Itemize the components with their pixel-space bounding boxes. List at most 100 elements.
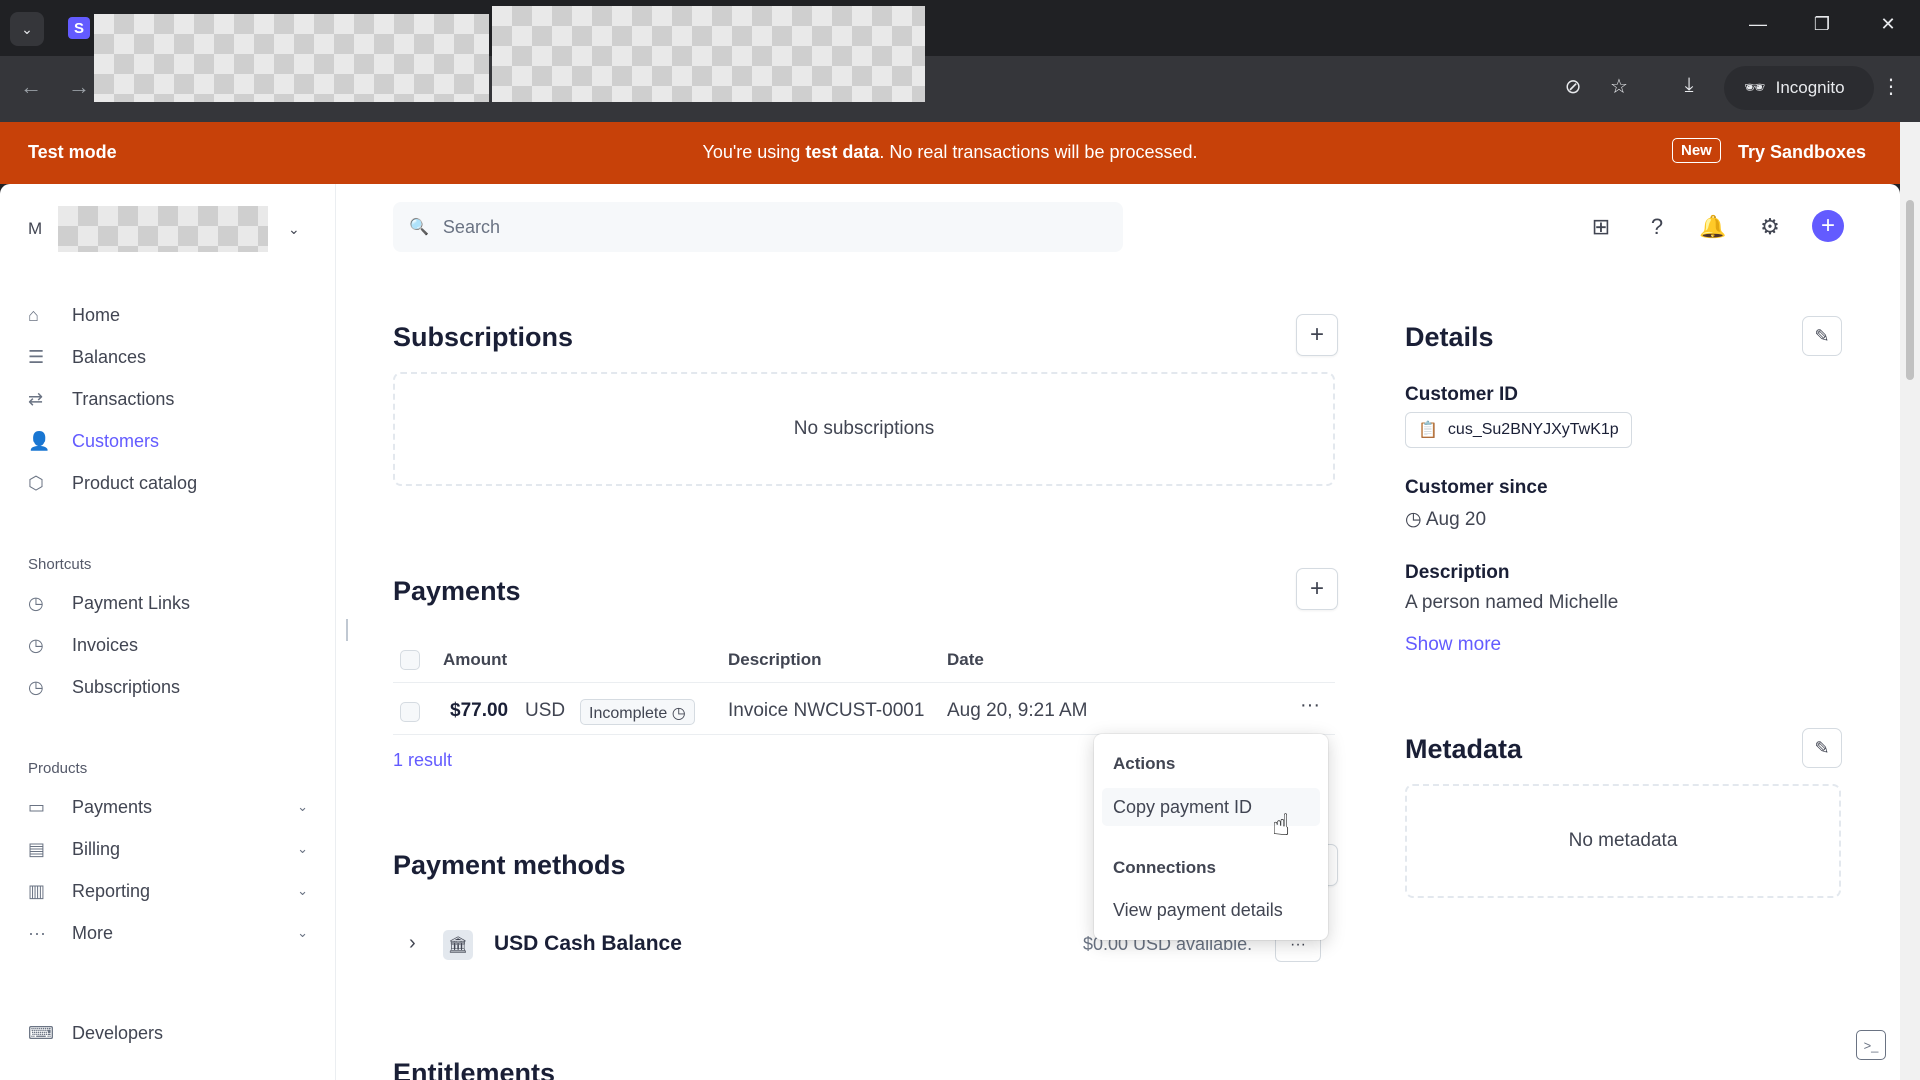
incognito-icon: 🕶 <box>1744 78 1766 97</box>
column-header-amount[interactable]: Amount <box>443 650 507 670</box>
terminal-icon: ⌨ <box>28 1022 54 1043</box>
sidebar-item-subscriptions[interactable]: ◷ Subscriptions <box>28 672 308 702</box>
select-all-checkbox[interactable] <box>400 650 420 670</box>
restore-icon[interactable]: ❐ <box>1802 14 1842 35</box>
bank-icon: 🏛 <box>443 930 473 960</box>
billing-icon: ▤ <box>28 838 46 859</box>
sidebar-item-invoices[interactable]: ◷ Invoices <box>28 630 308 660</box>
edit-metadata-button[interactable]: ✎ <box>1802 728 1842 768</box>
chevron-down-icon: ⌄ <box>297 925 308 940</box>
back-arrow-icon[interactable]: ← <box>16 74 46 100</box>
view-payment-details-item[interactable]: View payment details <box>1113 900 1283 921</box>
shell-icon[interactable]: >_ <box>1856 1030 1886 1060</box>
row-checkbox[interactable] <box>400 702 420 722</box>
details-title: Details <box>1405 322 1494 352</box>
search-bar[interactable]: 🔍 Search <box>393 202 1123 252</box>
plus-icon: + <box>1309 575 1324 602</box>
bell-icon[interactable]: 🔔 <box>1698 212 1728 242</box>
entitlements-title: Entitlements <box>393 1058 556 1080</box>
incognito-indicator[interactable]: 🕶 Incognito <box>1724 66 1874 110</box>
pencil-icon: ✎ <box>1814 737 1830 758</box>
sidebar-item-developers[interactable]: ⌨ Developers <box>28 1018 308 1048</box>
sidebar-item-customers[interactable]: 👤 Customers <box>28 426 308 456</box>
add-subscription-button[interactable]: + <box>1296 314 1338 356</box>
customer-id-label: Customer ID <box>1405 384 1518 405</box>
sidebar-item-transactions[interactable]: ⇄ Transactions <box>28 384 308 414</box>
search-icon: 🔍 <box>409 219 429 236</box>
sidebar-item-balances[interactable]: ☰ Balances <box>28 342 308 372</box>
plus-icon: + <box>1820 212 1835 239</box>
shortcuts-heading: Shortcuts <box>28 556 92 573</box>
customer-since-label: Customer since <box>1405 477 1548 498</box>
sidebar-item-home[interactable]: ⌂ Home <box>28 300 308 330</box>
copy-payment-id-item[interactable]: Copy payment ID <box>1113 797 1252 818</box>
clipboard-icon: 📋 <box>1418 422 1438 439</box>
metadata-title: Metadata <box>1405 734 1523 764</box>
sidebar-item-payment-links[interactable]: ◷ Payment Links <box>28 588 308 618</box>
clock-icon: ◷ <box>1405 509 1422 530</box>
result-count-link[interactable]: 1 result <box>393 750 452 771</box>
try-sandboxes-link[interactable]: Try Sandboxes <box>1738 142 1866 163</box>
apps-icon[interactable]: ⊞ <box>1586 212 1616 242</box>
close-window-icon[interactable]: ✕ <box>1868 14 1908 35</box>
gear-icon[interactable]: ⚙ <box>1755 212 1785 242</box>
payments-icon: ▭ <box>28 796 46 817</box>
more-icon: ··· <box>28 922 46 943</box>
account-initial: M <box>28 219 43 238</box>
payments-title: Payments <box>393 576 521 606</box>
column-header-description[interactable]: Description <box>728 650 822 670</box>
redacted-account-name <box>58 206 268 252</box>
transactions-icon: ⇄ <box>28 388 44 409</box>
create-new-button[interactable]: + <box>1812 210 1844 242</box>
chevron-right-icon[interactable]: › <box>409 932 416 955</box>
customers-icon: 👤 <box>28 430 51 451</box>
sidebar-item-product-catalog[interactable]: ⬡ Product catalog <box>28 468 308 498</box>
sidebar-item-more[interactable]: ··· More ⌄ <box>28 918 308 948</box>
clock-icon: ◷ <box>28 592 44 613</box>
star-icon[interactable]: ☆ <box>1604 74 1634 99</box>
subscriptions-title: Subscriptions <box>393 322 574 352</box>
edit-details-button[interactable]: ✎ <box>1802 316 1842 356</box>
payment-actions-menu: Actions Copy payment ID Connections View… <box>1094 734 1328 940</box>
payment-date: Aug 20, 9:21 AM <box>947 700 1088 721</box>
chevron-down-icon: ⌄ <box>297 799 308 814</box>
product-catalog-icon: ⬡ <box>28 472 44 493</box>
sidebar-item-payments[interactable]: ▭ Payments ⌄ <box>28 792 308 822</box>
description-value: A person named Michelle <box>1405 592 1619 613</box>
help-icon[interactable]: ? <box>1642 212 1672 242</box>
chevron-down-icon: ⌄ <box>288 220 300 237</box>
plus-icon: + <box>1309 321 1324 348</box>
tab-search-chevron-icon[interactable]: ⌄ <box>10 12 44 46</box>
account-switcher[interactable]: M ⌄ <box>28 206 308 252</box>
eye-off-icon[interactable]: ⊘ <box>1558 74 1588 99</box>
subscriptions-empty-state: No subscriptions <box>393 372 1335 486</box>
sidebar-resize-handle[interactable] <box>346 619 348 641</box>
clock-icon: ◷ <box>28 676 44 697</box>
metadata-empty-state: No metadata <box>1405 784 1841 898</box>
customer-id-copy-chip[interactable]: 📋 cus_Su2BNYJXyTwK1p <box>1405 412 1632 448</box>
browser-menu-icon[interactable]: ⋮ <box>1876 74 1906 99</box>
forward-arrow-icon[interactable]: → <box>64 74 94 100</box>
sidebar-item-billing[interactable]: ▤ Billing ⌄ <box>28 834 308 864</box>
row-actions-icon[interactable]: ··· <box>1300 694 1320 717</box>
cash-balance-label: USD Cash Balance <box>494 932 682 955</box>
download-icon[interactable]: ⤓ <box>1674 74 1704 97</box>
redacted-tab-title <box>94 14 489 102</box>
minimize-icon[interactable]: — <box>1738 14 1778 35</box>
show-more-link[interactable]: Show more <box>1405 634 1501 656</box>
page-scrollbar-thumb[interactable] <box>1906 200 1914 380</box>
payment-methods-title: Payment methods <box>393 850 626 880</box>
search-input[interactable]: Search <box>443 217 500 238</box>
pencil-icon: ✎ <box>1814 325 1830 346</box>
home-icon: ⌂ <box>28 304 39 325</box>
payment-description: Invoice NWCUST-0001 <box>728 700 925 721</box>
column-header-date[interactable]: Date <box>947 650 984 670</box>
payment-currency: USD <box>525 700 566 721</box>
clock-icon: ◷ <box>671 705 686 722</box>
new-badge: New <box>1672 138 1721 163</box>
sidebar-item-reporting[interactable]: ▥ Reporting ⌄ <box>28 876 308 906</box>
add-payment-button[interactable]: + <box>1296 568 1338 610</box>
customer-since-value: ◷ Aug 20 <box>1405 509 1487 530</box>
redacted-address-bar <box>492 6 925 102</box>
sidebar: M ⌄ ⌂ Home ☰ Balances ⇄ Transactions 👤 C… <box>0 184 336 1080</box>
